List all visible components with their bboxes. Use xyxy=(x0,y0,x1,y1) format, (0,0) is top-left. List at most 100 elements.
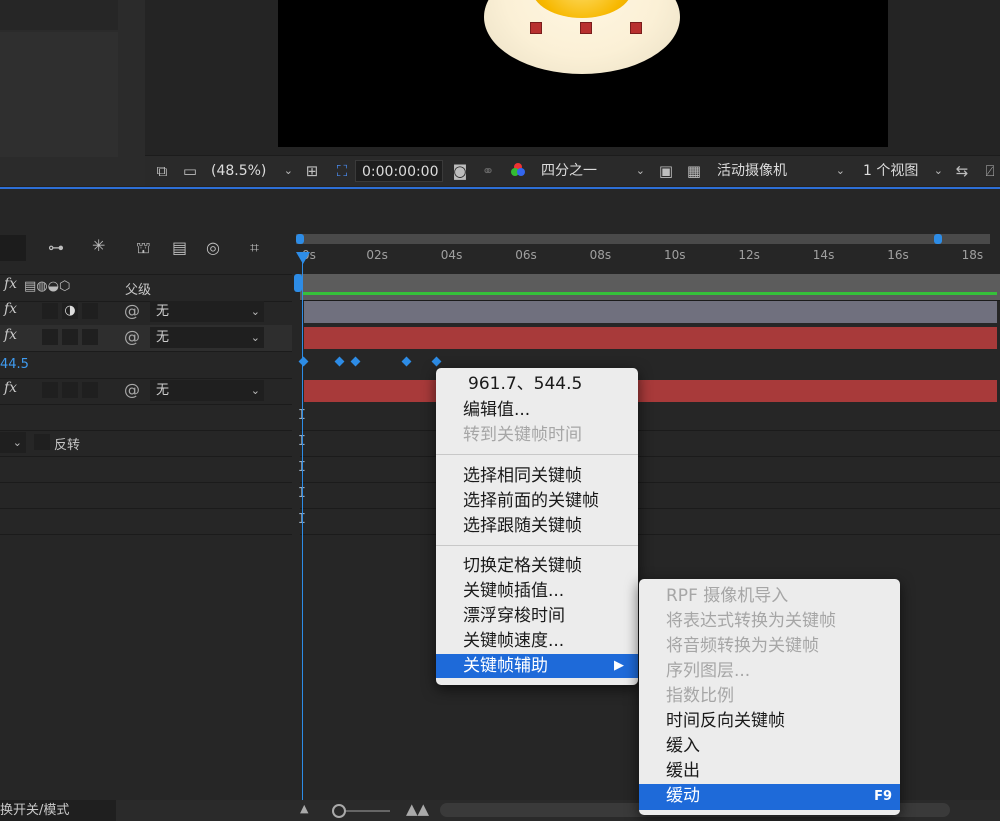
chevron-down-icon: ⌄ xyxy=(283,164,293,177)
zoom-slider-knob[interactable] xyxy=(332,804,346,818)
show-snapshot-icon[interactable]: ⚭ xyxy=(479,162,497,180)
adjustment-icon[interactable]: ◑ xyxy=(62,303,78,319)
work-area-start-handle[interactable] xyxy=(296,234,304,244)
track-row xyxy=(300,482,1000,509)
invert-label: 反转 xyxy=(54,438,81,453)
zoom-out-icon[interactable]: ▲ xyxy=(300,802,308,815)
layer-handle[interactable] xyxy=(630,22,642,34)
mask-visibility-icon[interactable]: ⛶ xyxy=(333,162,351,180)
timecode-value: 0:00:00:00 xyxy=(362,164,439,180)
submenu-item-easy-ease-out[interactable]: 缓出 xyxy=(639,759,900,783)
work-area-end-handle[interactable] xyxy=(934,234,942,244)
pickwhip-icon[interactable]: @ xyxy=(124,327,140,346)
frame-blending-icon[interactable]: ▤ xyxy=(172,238,187,257)
time-ruler-tick: 04s xyxy=(440,248,463,262)
chevron-down-icon: ⌄ xyxy=(933,164,943,177)
chevron-down-icon: ⌄ xyxy=(835,164,845,177)
switch-box[interactable] xyxy=(82,329,98,345)
toggle-switches-modes[interactable]: 换开关/模式 xyxy=(0,800,116,821)
camera-snapshot-icon[interactable]: ◙ xyxy=(451,162,469,180)
draft-3d-icon[interactable]: ✳ xyxy=(92,236,105,255)
property-row[interactable]: 44.5 xyxy=(0,352,292,379)
menu-separator xyxy=(436,545,638,546)
camera-select[interactable]: 活动摄像机 ⌄ xyxy=(711,160,849,182)
comp-flowchart-icon[interactable]: ⊶ xyxy=(48,238,64,257)
switch-box[interactable] xyxy=(82,303,98,319)
submenu-item-easy-ease[interactable]: 缓动 F9 xyxy=(639,784,900,810)
switch-box[interactable] xyxy=(42,303,58,319)
fx-icon[interactable]: fx xyxy=(4,327,17,343)
color-channel-icon[interactable] xyxy=(509,162,527,180)
switch-box[interactable] xyxy=(42,329,58,345)
chevron-down-icon: ⌄ xyxy=(250,384,260,397)
parent-column-header: 父级 xyxy=(125,283,152,298)
layer-row[interactable]: fx ◑ @ 无 ⌄ xyxy=(0,299,292,326)
menu-item-value[interactable]: 961.7、544.5 xyxy=(436,372,638,396)
menu-item-select-equal-keyframes[interactable]: 选择相同关键帧 xyxy=(436,464,638,488)
playhead-line[interactable] xyxy=(302,252,303,800)
menu-item-edit-value[interactable]: 编辑值... xyxy=(436,398,638,422)
property-value[interactable]: 44.5 xyxy=(0,357,29,372)
menu-item-toggle-hold-keyframe[interactable]: 切换定格关键帧 xyxy=(436,554,638,578)
monitor-icon[interactable]: ▭ xyxy=(181,162,199,180)
region-of-interest-icon[interactable]: ▣ xyxy=(657,162,675,180)
switch-box[interactable] xyxy=(62,382,78,398)
parent-select[interactable]: 无 ⌄ xyxy=(150,301,264,322)
composition-viewer[interactable] xyxy=(278,0,888,147)
menu-item-rove-across-time[interactable]: 漂浮穿梭时间 xyxy=(436,604,638,628)
switch-box[interactable] xyxy=(82,382,98,398)
layer-duration-bar[interactable] xyxy=(304,380,997,402)
property-row[interactable]: ⌄ 反转 xyxy=(0,430,292,457)
parent-select[interactable]: 无 ⌄ xyxy=(150,327,264,348)
parent-value: 无 xyxy=(156,330,170,345)
time-ruler-tick: 12s xyxy=(738,248,760,262)
time-ruler-tick: 14s xyxy=(812,248,835,262)
parent-select[interactable]: 无 ⌄ xyxy=(150,380,264,401)
chevron-down-icon: ⌄ xyxy=(635,164,645,177)
layer-row[interactable]: fx @ 无 ⌄ xyxy=(0,378,292,405)
layer-handle[interactable] xyxy=(580,22,592,34)
resolution-select[interactable]: 四分之一 ⌄ xyxy=(535,160,649,182)
current-time-indicator[interactable] xyxy=(294,274,302,292)
switch-box[interactable] xyxy=(62,329,78,345)
invert-checkbox[interactable] xyxy=(34,434,50,450)
pickwhip-icon[interactable]: @ xyxy=(124,380,140,399)
switch-box[interactable] xyxy=(42,382,58,398)
layer-duration-bar[interactable] xyxy=(304,327,997,349)
timeline-search-field[interactable] xyxy=(0,235,26,261)
time-ruler-tick: 16s xyxy=(887,248,909,262)
layer-duration-bar[interactable] xyxy=(304,301,997,323)
layer-handle[interactable] xyxy=(530,22,542,34)
timecode-field[interactable]: 0:00:00:00 xyxy=(355,160,443,182)
grid-guide-icon[interactable]: ⊞ xyxy=(303,162,321,180)
transparency-grid-icon[interactable]: ▦ xyxy=(685,162,703,180)
views-select[interactable]: 1 个视图 ⌄ xyxy=(857,160,947,182)
work-area-bar[interactable] xyxy=(296,234,990,244)
zoom-in-icon[interactable]: ▲▲ xyxy=(406,800,429,818)
menu-item-keyframe-interpolation[interactable]: 关键帧插值... xyxy=(436,579,638,603)
green-duration-bar xyxy=(303,292,997,295)
submenu-item-convert-expression: 将表达式转换为关键帧 xyxy=(666,611,836,631)
chevron-down-icon[interactable]: ⌄ xyxy=(0,432,26,453)
toggle-layers-icon[interactable]: ⧉ xyxy=(153,162,171,180)
property-row xyxy=(0,482,292,509)
graph-editor-icon[interactable]: ⌗ xyxy=(250,238,259,258)
menu-item-select-previous-keyframes[interactable]: 选择前面的关键帧 xyxy=(436,489,638,513)
fx-icon[interactable]: fx xyxy=(4,380,17,396)
menu-item-keyframe-assistant[interactable]: 关键帧辅助 ▶ xyxy=(436,654,638,678)
fx-icon[interactable]: fx xyxy=(4,301,17,317)
motion-blur-icon[interactable]: ◎ xyxy=(206,238,220,257)
pickwhip-icon[interactable]: @ xyxy=(124,301,140,320)
playhead-marker[interactable] xyxy=(296,252,310,264)
menu-item-keyframe-velocity[interactable]: 关键帧速度... xyxy=(436,629,638,653)
submenu-item-time-reverse[interactable]: 时间反向关键帧 xyxy=(639,709,900,733)
parent-value: 无 xyxy=(156,304,170,319)
zoom-select[interactable]: (48.5%) ⌄ xyxy=(205,160,297,182)
property-row xyxy=(0,456,292,483)
submenu-item-easy-ease-in[interactable]: 缓入 xyxy=(639,734,900,758)
layer-row[interactable]: fx @ 无 ⌄ xyxy=(0,325,292,352)
menu-item-select-following-keyframes[interactable]: 选择跟随关键帧 xyxy=(436,514,638,538)
shy-layers-icon[interactable]: ⛫ xyxy=(136,238,151,259)
toggle-pixel-aspect-icon[interactable]: ⇆ xyxy=(953,162,971,180)
fast-previews-icon[interactable]: ⍁ xyxy=(981,162,999,180)
